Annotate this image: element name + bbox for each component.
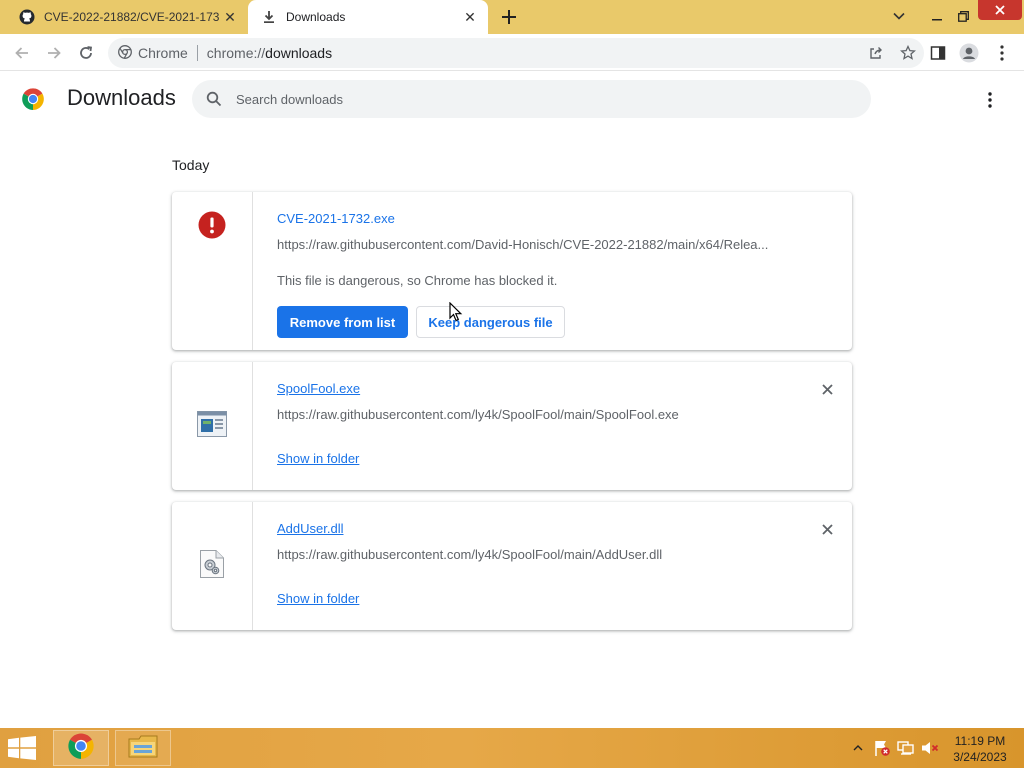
- download-item-icon-column: [172, 502, 253, 630]
- tab-title: CVE-2022-21882/CVE-2021-1732.: [44, 10, 220, 24]
- bookmark-star-icon[interactable]: [892, 38, 924, 68]
- search-downloads[interactable]: [192, 80, 871, 118]
- reload-icon[interactable]: [73, 40, 99, 66]
- site-info[interactable]: Chrome: [108, 44, 188, 62]
- executable-file-icon: [197, 410, 227, 442]
- action-center-flag-icon[interactable]: [872, 728, 892, 768]
- tab-title: Downloads: [286, 10, 346, 24]
- show-in-folder-link[interactable]: Show in folder: [277, 451, 359, 466]
- side-panel-icon[interactable]: [925, 40, 951, 66]
- remove-item-close-icon[interactable]: [818, 520, 836, 538]
- search-input[interactable]: [236, 91, 836, 107]
- page-title: Downloads: [67, 85, 176, 110]
- file-source-url[interactable]: https://raw.githubusercontent.com/ly4k/S…: [277, 407, 797, 422]
- download-item: AddUser.dll https://raw.githubuserconten…: [172, 502, 852, 630]
- new-tab-button[interactable]: [498, 6, 520, 28]
- back-icon[interactable]: [9, 40, 35, 66]
- remove-item-close-icon[interactable]: [818, 380, 836, 398]
- file-name-link[interactable]: AddUser.dll: [277, 521, 343, 536]
- search-icon: [192, 91, 232, 107]
- file-explorer-icon: [128, 733, 158, 764]
- file-name-link[interactable]: CVE-2021-1732.exe: [277, 211, 395, 226]
- dll-file-icon: [200, 549, 224, 583]
- tab-cve-github[interactable]: CVE-2022-21882/CVE-2021-1732. ✕: [0, 0, 248, 34]
- file-source-url[interactable]: https://raw.githubusercontent.com/David-…: [277, 237, 797, 252]
- tab-downloads[interactable]: Downloads ✕: [248, 0, 488, 34]
- url-host: downloads: [265, 45, 333, 61]
- tab-search-chevron-icon[interactable]: [886, 0, 912, 32]
- windows-start-icon[interactable]: [8, 736, 38, 762]
- close-tab-icon[interactable]: ✕: [460, 7, 480, 27]
- clock-time: 11:19 PM: [954, 734, 1006, 748]
- taskbar-chrome-app[interactable]: [53, 730, 109, 766]
- forward-icon[interactable]: [41, 40, 67, 66]
- show-hidden-icons-chevron-icon[interactable]: [850, 728, 866, 768]
- browser-toolbar: Chrome chrome://downloads: [0, 34, 1024, 71]
- taskbar: 11:19 PM 3/24/2023: [0, 728, 1024, 768]
- downloads-header: Downloads: [0, 72, 1024, 126]
- address-bar[interactable]: Chrome chrome://downloads: [108, 38, 924, 68]
- close-window-icon[interactable]: [978, 0, 1022, 20]
- github-icon: [18, 8, 36, 26]
- chrome-logo-icon: [21, 87, 45, 111]
- danger-icon: [198, 211, 226, 244]
- minimize-icon[interactable]: [924, 0, 950, 32]
- url-scheme: chrome://: [206, 45, 266, 61]
- remove-from-list-button[interactable]: Remove from list: [277, 306, 408, 338]
- file-name-link[interactable]: SpoolFool.exe: [277, 381, 360, 396]
- network-icon[interactable]: [896, 728, 916, 768]
- tab-strip: CVE-2022-21882/CVE-2021-1732. ✕ Download…: [0, 0, 1024, 34]
- download-item-icon-column: [172, 192, 253, 350]
- taskbar-file-explorer-app[interactable]: [115, 730, 171, 766]
- system-clock[interactable]: 11:19 PM 3/24/2023: [944, 733, 1016, 765]
- mouse-cursor-icon: [449, 301, 463, 327]
- url-text: chrome://downloads: [207, 45, 332, 61]
- share-icon[interactable]: [860, 38, 892, 68]
- download-item: SpoolFool.exe https://raw.githubusercont…: [172, 362, 852, 490]
- show-in-folder-link[interactable]: Show in folder: [277, 591, 359, 606]
- download-item-icon-column: [172, 362, 253, 490]
- volume-muted-icon[interactable]: [920, 728, 940, 768]
- keep-dangerous-file-button[interactable]: Keep dangerous file: [416, 306, 565, 338]
- separator: [196, 45, 198, 61]
- site-label: Chrome: [138, 45, 188, 61]
- more-actions-icon[interactable]: [978, 88, 1002, 112]
- chrome-icon: [67, 732, 95, 765]
- download-icon: [260, 8, 278, 26]
- danger-warning-text: This file is dangerous, so Chrome has bl…: [277, 273, 558, 288]
- file-source-url[interactable]: https://raw.githubusercontent.com/ly4k/S…: [277, 547, 797, 562]
- close-tab-icon[interactable]: ✕: [220, 7, 240, 27]
- download-item-dangerous: CVE-2021-1732.exe https://raw.githubuser…: [172, 192, 852, 350]
- clock-date: 3/24/2023: [953, 750, 1007, 764]
- profile-avatar-icon[interactable]: [956, 40, 982, 66]
- date-section-label: Today: [172, 157, 210, 173]
- browser-menu-icon[interactable]: [989, 40, 1015, 66]
- chrome-icon: [118, 44, 132, 62]
- restore-icon[interactable]: [950, 0, 976, 32]
